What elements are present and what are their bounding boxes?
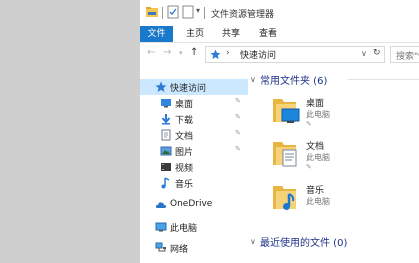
nav-item-label: 下载 [175, 116, 194, 126]
folder-location: 此电脑 [306, 197, 330, 206]
nav-item-onedrive[interactable]: OneDrive [140, 197, 248, 213]
properties-icon[interactable] [166, 5, 180, 19]
music-folder-icon [273, 186, 296, 210]
nav-item-downloads[interactable]: 下载 ✎ [140, 111, 248, 127]
folder-name: 音乐 [306, 186, 325, 196]
breadcrumb[interactable]: 快速访问 [240, 48, 276, 61]
forward-arrow-icon[interactable]: → [163, 47, 171, 58]
music-icon [161, 177, 170, 189]
pin-icon: ✎ [306, 120, 312, 128]
cloud-icon [155, 202, 167, 208]
pin-icon: ✎ [235, 129, 241, 137]
frequent-folders-header[interactable]: 常用文件夹 (6) [260, 72, 327, 87]
folder-name: 文档 [306, 142, 325, 152]
quick-access-toolbar-dropdown-icon[interactable]: ▾ [196, 6, 200, 15]
pin-icon: ✎ [306, 163, 312, 171]
folder-location: 此电脑 [306, 153, 330, 162]
up-arrow-icon[interactable]: ↑ [190, 47, 198, 58]
recent-files-header[interactable]: 最近使用的文件 (0) [260, 234, 347, 249]
folder-name: 桌面 [306, 99, 325, 109]
folder-item-music[interactable]: 音乐 此电脑 [272, 183, 419, 219]
star-icon [210, 49, 221, 60]
nav-item-label: 桌面 [175, 100, 194, 110]
collapse-chevron-icon[interactable]: ∨ [250, 75, 256, 84]
download-icon [161, 114, 171, 125]
address-bar[interactable]: › 快速访问 ∨ ↻ [205, 46, 385, 63]
folder-icon[interactable] [145, 5, 159, 19]
ribbon-tabs: 文件 主页 共享 查看 [140, 26, 419, 43]
folder-item-documents[interactable]: 文档 此电脑 ✎ [272, 139, 419, 175]
refresh-icon[interactable]: ↻ [373, 48, 381, 58]
star-icon [155, 81, 167, 92]
tab-file[interactable]: 文件 [140, 26, 173, 42]
search-input[interactable]: 搜索"快 [390, 46, 419, 63]
nav-item-label: 图片 [175, 148, 194, 158]
nav-item-pictures[interactable]: 图片 ✎ [140, 143, 248, 159]
video-icon [161, 163, 171, 171]
navigation-pane: 快速访问 桌面 ✎ 下载 ✎ 文档 ✎ 图片 ✎ 视频 音乐 OneDrive … [140, 70, 248, 263]
desktop-folder-icon [273, 99, 300, 123]
pc-icon [155, 222, 167, 232]
nav-item-quick-access[interactable]: 快速访问 [140, 79, 248, 95]
window-title: 文件资源管理器 [211, 10, 275, 20]
breadcrumb-separator-icon: › [226, 48, 230, 58]
back-arrow-icon[interactable]: ← [147, 47, 155, 58]
nav-item-label: 文档 [175, 132, 194, 142]
documents-folder-icon [273, 142, 297, 167]
recent-locations-icon[interactable]: ▾ [179, 49, 183, 57]
desktop-icon [161, 99, 171, 108]
nav-item-label: 音乐 [175, 180, 194, 190]
nav-item-videos[interactable]: 视频 [140, 159, 248, 175]
nav-item-label: 此电脑 [170, 224, 198, 234]
collapse-chevron-icon[interactable]: ∨ [250, 237, 256, 246]
tab-share[interactable]: 共享 [216, 26, 246, 42]
picture-icon [160, 146, 172, 156]
new-folder-icon[interactable] [181, 5, 195, 19]
nav-item-label: OneDrive [170, 199, 213, 209]
folder-item-desktop[interactable]: 桌面 此电脑 ✎ [272, 96, 419, 132]
pin-icon: ✎ [235, 145, 241, 153]
address-dropdown-icon[interactable]: ∨ [361, 49, 367, 58]
nav-item-network[interactable]: 网络 [140, 240, 248, 256]
nav-item-desktop[interactable]: 桌面 ✎ [140, 95, 248, 111]
nav-item-this-pc[interactable]: 此电脑 [140, 219, 248, 235]
pin-icon: ✎ [235, 113, 241, 121]
title-bar: ▾ 文件资源管理器 [140, 0, 419, 26]
content-pane: ∨ 常用文件夹 (6) 桌面 此电脑 ✎ 文档 此电脑 ✎ 音乐 此电脑 ∨ 最… [250, 66, 419, 263]
file-explorer-window: ▾ 文件资源管理器 文件 主页 共享 查看 ← → ▾ ↑ › 快速访问 ∨ ↻… [140, 0, 419, 263]
document-icon [161, 129, 171, 141]
nav-item-music[interactable]: 音乐 [140, 175, 248, 191]
tab-home[interactable]: 主页 [180, 26, 210, 42]
address-row: ← → ▾ ↑ › 快速访问 ∨ ↻ 搜索"快 [140, 43, 419, 65]
pin-icon: ✎ [235, 97, 241, 105]
nav-item-label: 快速访问 [170, 84, 207, 94]
folder-location: 此电脑 [306, 110, 330, 119]
nav-item-documents[interactable]: 文档 ✎ [140, 127, 248, 143]
tab-view[interactable]: 查看 [253, 26, 283, 42]
network-icon [155, 242, 166, 252]
search-placeholder: 搜索"快 [396, 52, 419, 62]
nav-item-label: 网络 [170, 245, 189, 255]
nav-item-label: 视频 [175, 164, 194, 174]
